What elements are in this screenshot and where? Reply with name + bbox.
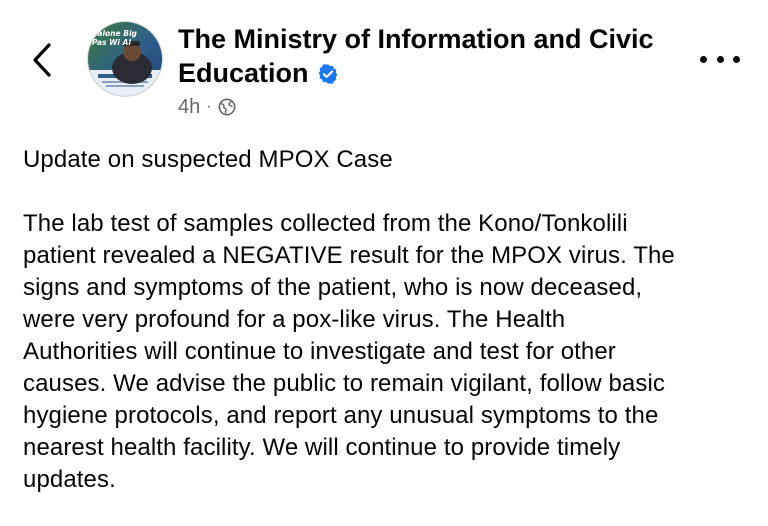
meta-separator: · (206, 98, 212, 115)
globe-icon (218, 98, 236, 116)
chevron-left-icon (33, 43, 51, 77)
post-time[interactable]: 4h (178, 96, 200, 119)
post-line: The lab test of samples collected from t… (23, 210, 628, 237)
more-options-dot (716, 55, 724, 63)
author-name-line2[interactable]: Education (178, 58, 309, 88)
post-meta: 4h · (178, 94, 658, 120)
verified-badge-icon (318, 64, 337, 84)
avatar-image: Salone Big Pas Wi Al (88, 22, 162, 96)
post-line: updates. (23, 466, 116, 493)
post-line: signs and symptoms of the patient, who i… (23, 274, 643, 301)
more-options-button[interactable] (700, 44, 740, 74)
post-line: were very profound for a pox-like virus.… (23, 306, 566, 333)
avatar-slogan-line1: Salone Big (92, 29, 138, 38)
author-name-line1[interactable]: The Ministry of Information and Civic (178, 24, 654, 54)
post-line: causes. We advise the public to remain v… (23, 370, 665, 397)
avatar[interactable]: Salone Big Pas Wi Al (88, 22, 162, 96)
post-title: Update on suspected MPOX Case (23, 146, 393, 173)
back-button[interactable] (28, 40, 56, 80)
post-line: patient revealed a NEGATIVE result for t… (23, 242, 675, 269)
more-options-dot (700, 55, 707, 63)
post-body: Update on suspected MPOX Case The lab te… (23, 144, 745, 496)
author-name[interactable]: The Ministry of Information and Civic Ed… (178, 22, 658, 90)
post-line: hygiene protocols, and report any unusua… (23, 402, 659, 429)
avatar-slogan-line2: Pas Wi Al (92, 38, 131, 47)
post-header: The Ministry of Information and Civic Ed… (178, 22, 658, 120)
post-line: Authorities will continue to investigate… (23, 338, 616, 365)
more-options-dot (733, 55, 740, 63)
post-line: nearest health facility. We will continu… (23, 434, 621, 461)
